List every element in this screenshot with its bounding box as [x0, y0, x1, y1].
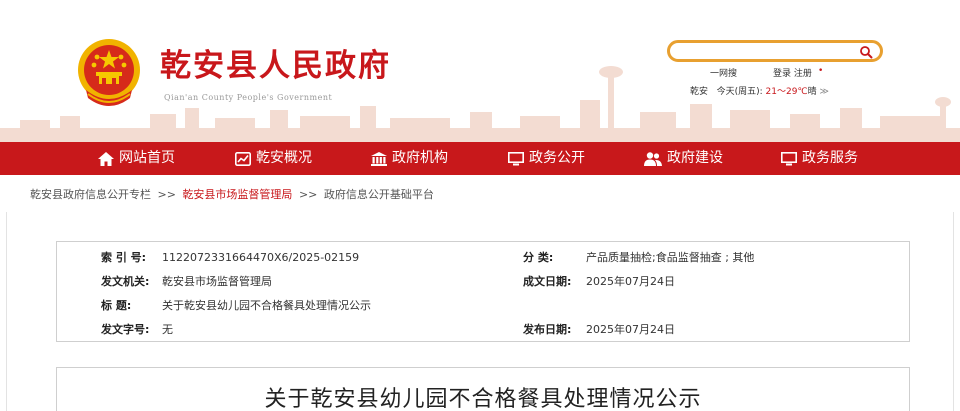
breadcrumb-item[interactable]: 乾安县市场监督管理局: [182, 188, 292, 201]
breadcrumb-item[interactable]: 政府信息公开基础平台: [324, 188, 434, 201]
site-header: 乾安县人民政府 Qian'an County People's Governme…: [0, 0, 960, 142]
breadcrumb-separator: >>: [157, 188, 176, 201]
info-row: 发文字号: 无 发布日期: 2025年07月24日: [57, 318, 909, 342]
document-info-table: 索 引 号: 1122072331664470X6/2025-02159 分 类…: [56, 241, 910, 342]
created-date-value: 2025年07月24日: [586, 275, 675, 288]
nav-item-label: 网站首页: [119, 150, 175, 166]
weather-day: 今天(周五):: [716, 87, 763, 97]
weather-widget: 乾安 今天(周五): 21～29℃晴 ≫: [690, 84, 829, 97]
weather-temp: 21～29℃: [765, 87, 808, 97]
info-row: 标 题: 关于乾安县幼儿园不合格餐具处理情况公示: [57, 294, 909, 318]
info-row: 发文机关: 乾安县市场监督管理局 成文日期: 2025年07月24日: [57, 270, 909, 294]
info-row: 索 引 号: 1122072331664470X6/2025-02159 分 类…: [57, 246, 909, 270]
nav-item-label: 政务公开: [529, 150, 585, 166]
document-number-label: 发文字号:: [101, 323, 150, 336]
published-date-value: 2025年07月24日: [586, 323, 675, 336]
search-icon[interactable]: [858, 44, 874, 60]
issuer-label: 发文机关:: [101, 275, 150, 288]
building-icon: [371, 151, 387, 166]
home-icon: [98, 151, 114, 166]
search-box[interactable]: [667, 40, 883, 64]
yiwang-link[interactable]: 一网搜: [710, 66, 737, 79]
title-label: 标 题:: [101, 299, 132, 312]
document-number-value: 无: [162, 323, 173, 336]
login-register-link[interactable]: 登录 注册: [773, 66, 812, 79]
category-value: 产品质量抽检;食品监督抽查 ; 其他: [586, 251, 755, 264]
title-value: 关于乾安县幼儿园不合格餐具处理情况公示: [162, 299, 371, 312]
people-icon: [644, 151, 662, 166]
nav-item-government-affairs[interactable]: 政务公开: [508, 142, 585, 175]
nav-item-government-building[interactable]: 政府建设: [644, 142, 723, 175]
main-nav: 网站首页 乾安概况 政府机构 政务公开 政府建设 政务服务: [0, 142, 960, 175]
index-value: 1122072331664470X6/2025-02159: [162, 251, 360, 264]
index-label: 索 引 号:: [101, 251, 147, 264]
chart-icon: [235, 151, 251, 166]
breadcrumb-item[interactable]: 乾安县政府信息公开专栏: [30, 188, 151, 201]
nav-item-overview[interactable]: 乾安概况: [235, 142, 312, 175]
issuer-value: 乾安县市场监督管理局: [162, 275, 272, 288]
created-date-label: 成文日期:: [523, 275, 572, 288]
weather-city: 乾安: [690, 87, 709, 97]
site-title[interactable]: 乾安县人民政府: [160, 46, 391, 86]
article-title-box: 关于乾安县幼儿园不合格餐具处理情况公示: [56, 367, 910, 411]
monitor-icon: [508, 151, 524, 165]
article-title: 关于乾安县幼儿园不合格餐具处理情况公示: [264, 387, 702, 411]
nav-item-organization[interactable]: 政府机构: [371, 142, 448, 175]
nav-item-label: 政府建设: [667, 150, 723, 166]
weather-more-icon[interactable]: ≫: [819, 87, 828, 97]
search-input[interactable]: [678, 47, 858, 64]
national-emblem-logo: [78, 39, 140, 106]
site-subtitle: Qian'an County People's Government: [164, 93, 333, 102]
nav-item-label: 政府机构: [392, 150, 448, 166]
monitor-icon: [781, 151, 797, 165]
breadcrumb: 乾安县政府信息公开专栏 >> 乾安县市场监督管理局 >> 政府信息公开基础平台: [30, 186, 434, 202]
nav-item-label: 乾安概况: [256, 150, 312, 166]
weather-condition: 晴: [807, 87, 817, 97]
nav-item-government-service[interactable]: 政务服务: [781, 142, 858, 175]
category-label: 分 类:: [523, 251, 554, 264]
nav-item-home[interactable]: 网站首页: [98, 142, 175, 175]
published-date-label: 发布日期:: [523, 323, 572, 336]
login-dot: •: [818, 66, 824, 76]
breadcrumb-separator: >>: [298, 188, 318, 201]
nav-item-label: 政务服务: [802, 150, 858, 166]
